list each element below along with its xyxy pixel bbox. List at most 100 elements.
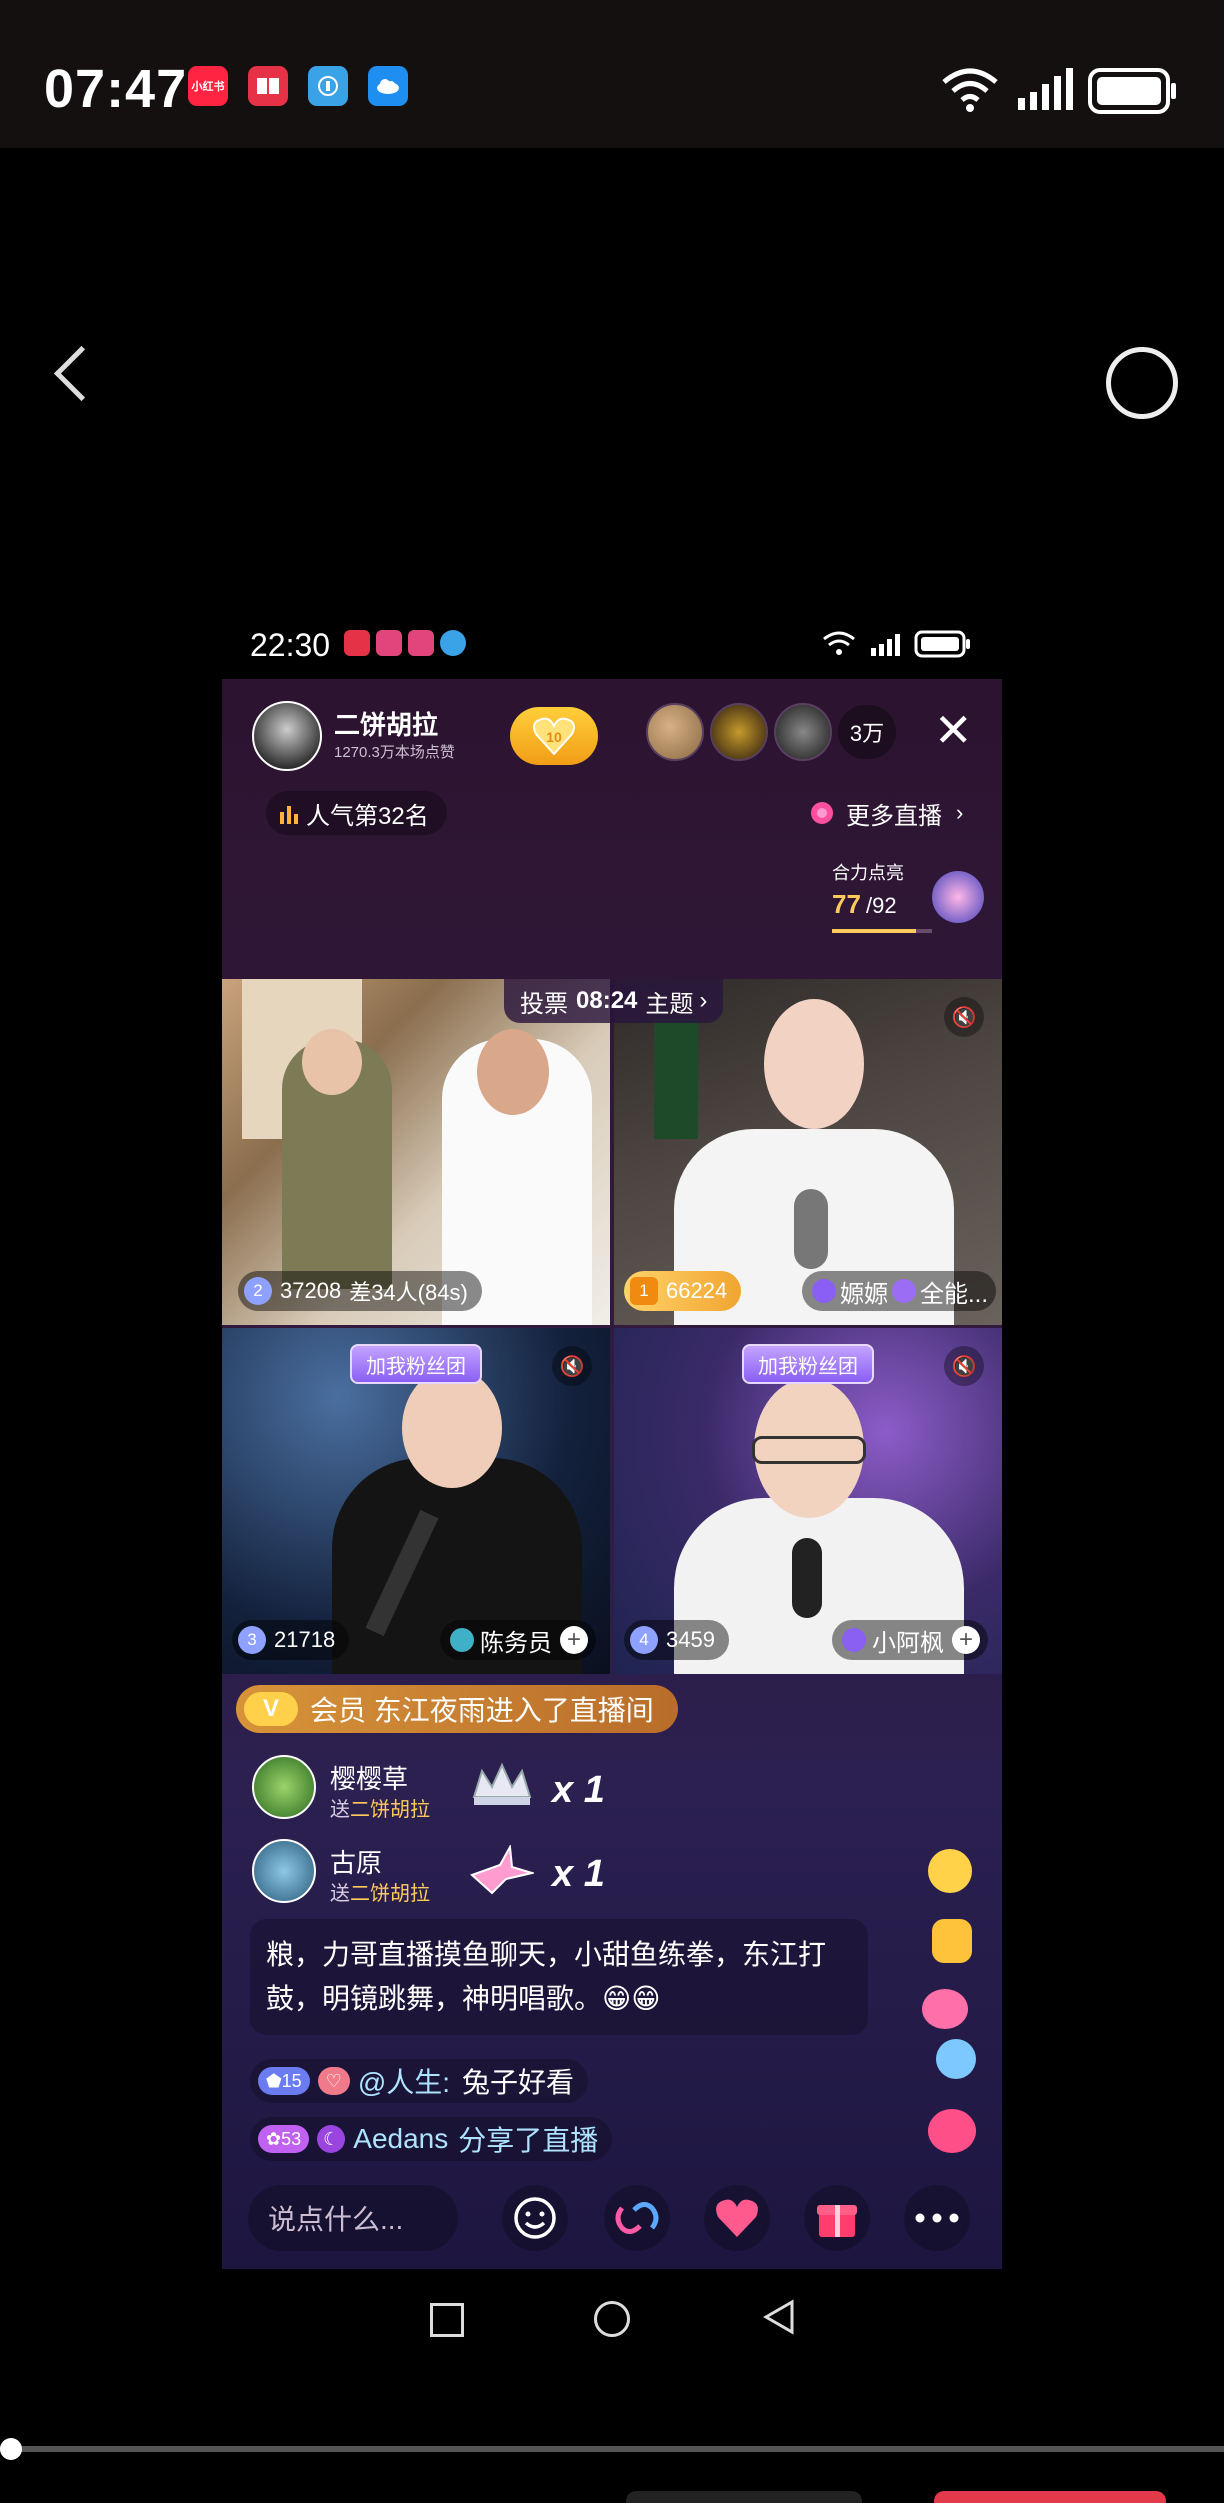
- team-light-label: 合力点亮: [832, 863, 904, 883]
- join-fan-club-badge[interactable]: 加我粉丝团: [742, 1344, 874, 1384]
- gift-count: x 1: [552, 1853, 605, 1895]
- score-pill: 2 37208 差34人(84s): [238, 1271, 482, 1311]
- guest-cell[interactable]: 2 37208 差34人(84s): [222, 979, 610, 1325]
- muted-icon[interactable]: 🔇: [944, 997, 984, 1037]
- like-button[interactable]: [704, 2185, 770, 2251]
- fan-badge-icon: ♡: [317, 2067, 350, 2095]
- fan-club-button[interactable]: 10: [510, 707, 598, 765]
- chat-message[interactable]: 粮，力哥直播摸鱼聊天，小甜鱼练拳，东江打鼓，明镜跳舞，神明唱歌。😁😁: [250, 1919, 868, 2035]
- microphone-icon: [792, 1538, 822, 1618]
- viewer-count[interactable]: 3万: [838, 705, 896, 759]
- guest-face: [302, 1029, 362, 1095]
- badge-icon: [842, 1628, 866, 1652]
- chevron-right-icon: ›: [699, 987, 708, 1014]
- video-progress-handle[interactable]: [0, 2438, 22, 2460]
- score-note: 差34人(84s): [349, 1280, 468, 1305]
- bottom-button[interactable]: [934, 2491, 1166, 2503]
- user-avatar[interactable]: [252, 1839, 316, 1903]
- gift-recipient: 送二饼胡拉: [330, 1793, 430, 1822]
- paper-crane-gift-icon: [470, 1845, 534, 1895]
- recents-icon[interactable]: [430, 2303, 464, 2337]
- fan-level: 10: [546, 729, 562, 745]
- score-value: 66224: [666, 1278, 728, 1303]
- app-icon: [408, 630, 434, 656]
- comment-input[interactable]: 说点什么...: [248, 2185, 458, 2251]
- score-value: 21718: [274, 1627, 336, 1652]
- popularity-rank[interactable]: 人气第32名: [266, 791, 447, 835]
- back-button[interactable]: [53, 345, 110, 402]
- guest-name-pill[interactable]: 小阿枫 +: [832, 1620, 988, 1660]
- chat-text: 粮，力哥直播摸鱼聊天，小甜鱼练拳，东江打鼓，明镜跳舞，神明唱歌。😁😁: [266, 1939, 827, 2014]
- team-light-widget[interactable]: 合力点亮 77 /92: [832, 859, 984, 949]
- gift-verb: 送: [330, 1883, 350, 1905]
- level-value: 15: [281, 2070, 302, 2091]
- video-progress-track[interactable]: [0, 2446, 1224, 2452]
- chat-text: 兔子好看: [462, 2067, 575, 2098]
- guest-name-pill[interactable]: 陈务员 +: [440, 1620, 596, 1660]
- gift-notice[interactable]: 樱樱草 送二饼胡拉 x 1: [252, 1755, 652, 1827]
- score-pill: 1 66224: [624, 1271, 742, 1311]
- muted-icon[interactable]: 🔇: [552, 1346, 592, 1386]
- gift-notice[interactable]: 古原 送二饼胡拉 x 1: [252, 1839, 652, 1911]
- badge-icon: [450, 1628, 474, 1652]
- host-info[interactable]: 二饼胡拉 1270.3万本场点赞 10: [252, 699, 622, 773]
- viewer-avatar[interactable]: [774, 703, 832, 761]
- add-icon[interactable]: +: [560, 1626, 588, 1654]
- chart-bars-icon: [280, 806, 298, 824]
- gift-button[interactable]: [804, 2185, 870, 2251]
- viewer-avatar[interactable]: [710, 703, 768, 761]
- gift-icon: [817, 2205, 857, 2237]
- more-live-button[interactable]: 更多直播 ›: [796, 791, 975, 835]
- guest-cell[interactable]: 加我粉丝团 🔇 3 21718 陈务员 +: [222, 1328, 610, 1674]
- signal-icon: [870, 632, 906, 661]
- entry-text: 会员 东江夜雨进入了直播间: [310, 1695, 654, 1726]
- guest-tag: 全能...: [919, 1280, 988, 1308]
- team-light-total: /92: [866, 893, 897, 918]
- record-button[interactable]: [1106, 347, 1178, 419]
- back-icon[interactable]: [762, 2299, 796, 2340]
- more-button[interactable]: [904, 2185, 970, 2251]
- signal-icon: [1016, 68, 1074, 117]
- more-live-label: 更多直播: [846, 802, 942, 830]
- chat-message[interactable]: ✿ 53 ☾ Aedans 分享了直播: [250, 2117, 613, 2161]
- guest-cell[interactable]: 加我粉丝团 🔇 4 3459 小阿枫 +: [614, 1328, 1002, 1674]
- thumbs-up-icon: [932, 1919, 972, 1963]
- chat-user[interactable]: @人生:: [358, 2061, 450, 2101]
- muted-icon[interactable]: 🔇: [944, 1346, 984, 1386]
- bottom-button[interactable]: [626, 2491, 862, 2503]
- wifi-icon: [940, 66, 1000, 117]
- vote-topic: 主题: [645, 990, 694, 1018]
- gift-count: x 1: [552, 1769, 605, 1811]
- close-icon[interactable]: ✕: [934, 707, 973, 753]
- star-icon: [936, 2039, 976, 2079]
- chat-user[interactable]: Aedans: [353, 2123, 448, 2155]
- blue-app-icon: [308, 66, 348, 106]
- score-pill: 3 21718: [232, 1620, 350, 1660]
- smile-icon: [514, 2197, 556, 2239]
- vip-badge: V: [244, 1692, 298, 1726]
- heart-icon: [928, 2109, 976, 2153]
- heart-icon: [922, 1989, 968, 2029]
- badge-icon: [811, 1279, 836, 1303]
- add-icon[interactable]: +: [952, 1626, 980, 1654]
- home-icon[interactable]: [594, 2301, 630, 2337]
- guest-face: [477, 1029, 549, 1115]
- vote-pill[interactable]: 投票 08:24 主题 ›: [504, 979, 724, 1023]
- viewer-avatar[interactable]: [646, 703, 704, 761]
- battery-icon: [914, 630, 972, 663]
- guest-name-pill[interactable]: 嫄嫄 全能...: [801, 1271, 996, 1311]
- moon-icon: ☾: [317, 2125, 346, 2153]
- guest-name: 小阿枫: [872, 1629, 944, 1657]
- join-fan-club-badge[interactable]: 加我粉丝团: [350, 1344, 482, 1384]
- entry-banner: V 会员 东江夜雨进入了直播间: [236, 1685, 678, 1733]
- flower-icon: [932, 871, 984, 923]
- link-button[interactable]: [604, 2185, 670, 2251]
- user-avatar[interactable]: [252, 1755, 316, 1819]
- chat-message[interactable]: ⬟ 15 ♡ @人生: 兔子好看: [250, 2059, 589, 2103]
- laugh-emoji-icon: [928, 1849, 972, 1893]
- host-avatar[interactable]: [252, 701, 322, 771]
- red-book-app-icon: [248, 66, 288, 106]
- rank-badge: 2: [244, 1277, 272, 1305]
- emoji-button[interactable]: [502, 2185, 568, 2251]
- guest-cell[interactable]: 🔇 1 66224 嫄嫄 全能...: [614, 979, 1002, 1325]
